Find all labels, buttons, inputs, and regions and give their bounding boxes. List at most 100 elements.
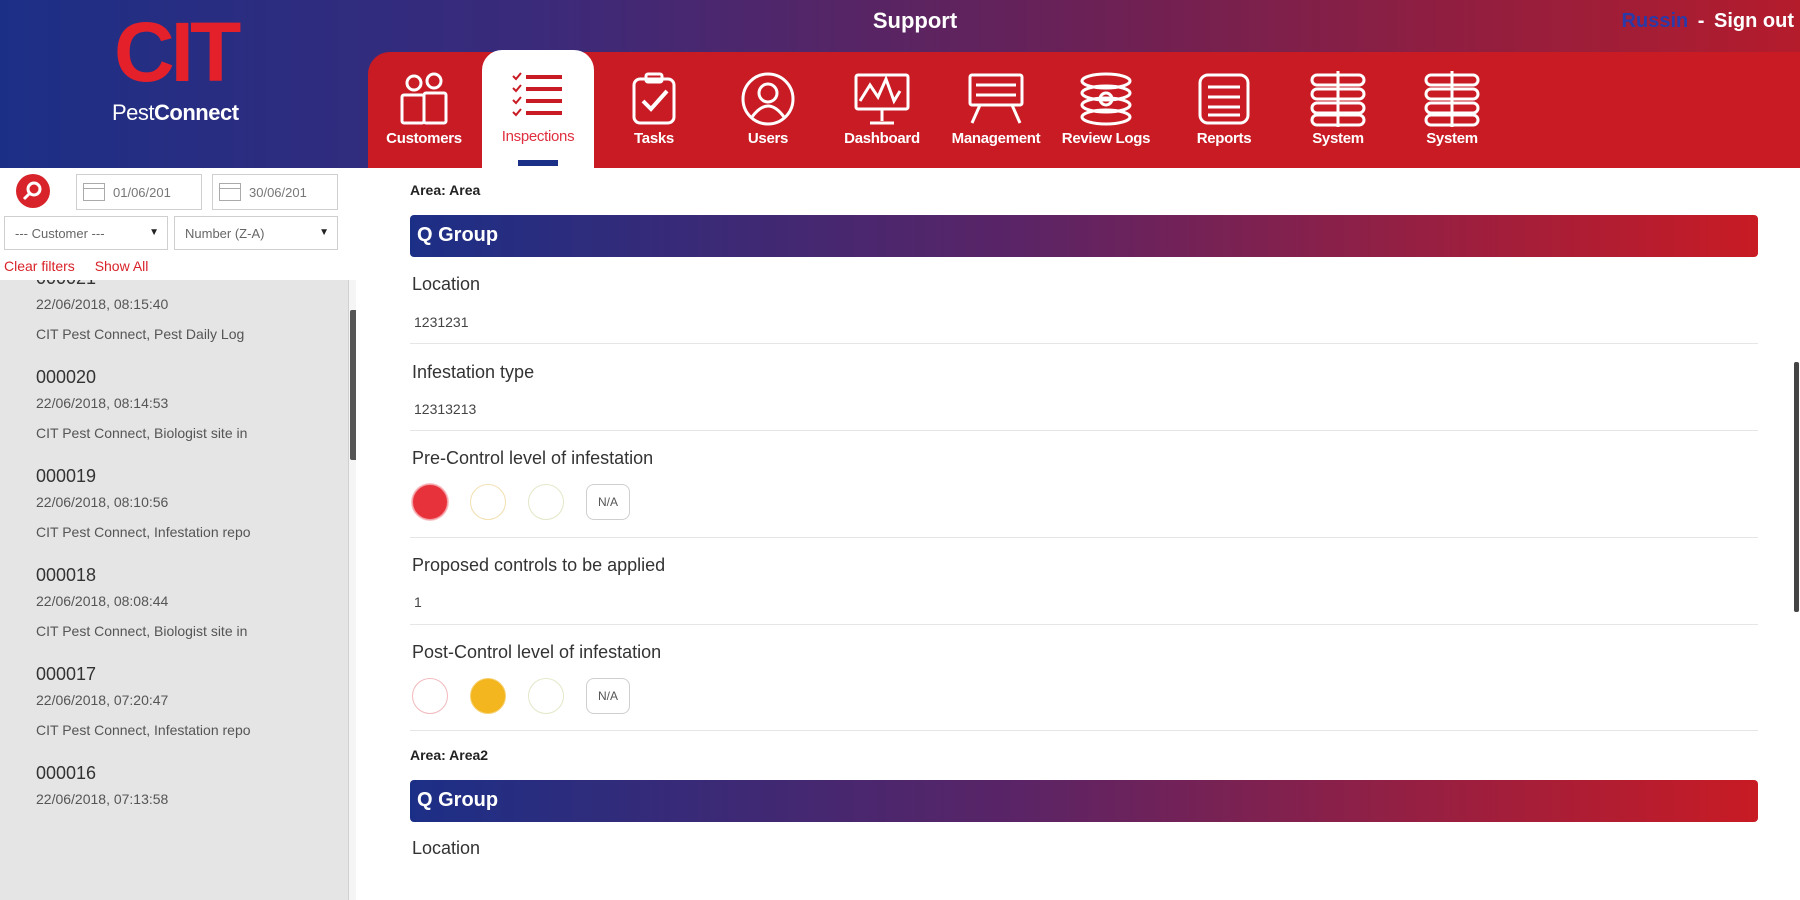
users-icon <box>733 70 803 128</box>
inspections-icon <box>503 68 573 126</box>
inspection-description: CIT Pest Connect, Biologist site in <box>36 425 248 441</box>
inspection-sidebar: 01/06/201 30/06/201 --- Customer --- ▼ N… <box>0 168 356 900</box>
infestation-type-value: 12313213 <box>414 401 477 417</box>
group-header: Q Group <box>410 780 1758 822</box>
area-label: Area: Area2 <box>410 747 489 763</box>
main-scrollbar[interactable] <box>1792 168 1800 858</box>
nav-inspections-label: Inspections <box>501 128 575 145</box>
nav-review-logs[interactable]: Review Logs <box>1050 52 1162 168</box>
list-item[interactable]: 000016 22/06/2018, 07:13:58 <box>0 757 346 856</box>
nav-tasks[interactable]: Tasks <box>598 52 710 168</box>
customer-select-value: --- Customer --- <box>15 225 105 241</box>
nav-system[interactable]: System <box>1282 52 1394 168</box>
sidebar-scrollbar[interactable] <box>348 280 356 900</box>
nav-reports[interactable]: Reports <box>1168 52 1280 168</box>
sign-out-link[interactable]: Sign out <box>1714 10 1794 32</box>
nav-system-2-label: System <box>1426 130 1478 147</box>
pre-control-label: Pre-Control level of infestation <box>412 448 654 468</box>
sort-select[interactable]: Number (Z-A) ▼ <box>174 216 338 250</box>
list-item[interactable]: 000021 22/06/2018, 08:15:40 CIT Pest Con… <box>0 280 346 361</box>
inspection-detail: Area: Area Q Group Location 1231231 Infe… <box>370 168 1792 900</box>
divider <box>410 343 1758 344</box>
nav-management-label: Management <box>951 130 1041 147</box>
list-item[interactable]: 000017 22/06/2018, 07:20:47 CIT Pest Con… <box>0 658 346 757</box>
post-control-label: Post-Control level of infestation <box>412 642 662 662</box>
nav-system-label: System <box>1312 130 1364 147</box>
nav-customers[interactable]: Customers <box>368 52 480 168</box>
search-button[interactable] <box>16 174 50 208</box>
inspection-description: CIT Pest Connect, Infestation repo <box>36 722 251 738</box>
proposed-controls-label: Proposed controls to be applied <box>412 555 666 575</box>
inspection-timestamp: 22/06/2018, 07:13:58 <box>36 791 169 807</box>
reports-icon <box>1189 70 1259 128</box>
divider <box>410 537 1758 538</box>
nav-system-2[interactable]: System <box>1396 52 1508 168</box>
calendar-icon <box>83 183 105 201</box>
inspection-list: 000021 22/06/2018, 08:15:40 CIT Pest Con… <box>0 280 356 900</box>
date-to-value: 30/06/201 <box>249 184 307 200</box>
tasks-icon <box>619 70 689 128</box>
level-amber-option[interactable] <box>470 484 506 520</box>
infestation-type-label: Infestation type <box>412 362 535 382</box>
divider <box>410 624 1758 625</box>
filter-links: Clear filters Show All <box>4 258 164 274</box>
nav-inspections[interactable]: Inspections <box>482 50 594 170</box>
logo-subtitle: PestConnect <box>112 100 239 125</box>
date-from-value: 01/06/201 <box>113 184 171 200</box>
inspection-description: CIT Pest Connect, Pest Daily Log <box>36 326 245 342</box>
management-icon <box>961 70 1031 128</box>
main-scrollbar-thumb[interactable] <box>1794 362 1799 612</box>
user-area: Russin - Sign out <box>1622 10 1794 33</box>
inspection-description: CIT Pest Connect, Infestation repo <box>36 524 251 540</box>
inspection-number: 000021 <box>36 280 346 296</box>
inspection-number: 000020 <box>36 367 97 387</box>
nav-management[interactable]: Management <box>940 52 1052 168</box>
app-header: CIT PestConnect Support Russin - Sign ou… <box>0 0 1800 170</box>
location-value: 1231231 <box>414 314 469 330</box>
system-icon <box>1417 70 1487 128</box>
clear-filters-link[interactable]: Clear filters <box>4 258 75 274</box>
level-na-option[interactable]: N/A <box>586 678 630 714</box>
list-item[interactable]: 000018 22/06/2018, 08:08:44 CIT Pest Con… <box>0 559 346 658</box>
level-red-option[interactable] <box>412 484 448 520</box>
calendar-icon <box>219 183 241 201</box>
main-nav: Customers Inspections Tasks Users Dashbo… <box>368 50 1800 170</box>
date-from-field[interactable]: 01/06/201 <box>76 174 202 210</box>
date-to-field[interactable]: 30/06/201 <box>212 174 338 210</box>
active-tab-indicator <box>518 160 558 166</box>
page-title: Support <box>872 8 958 33</box>
inspection-number: 000016 <box>36 763 97 783</box>
dashboard-icon <box>847 70 917 128</box>
location-label: Location <box>412 274 481 294</box>
chevron-down-icon: ▼ <box>149 227 159 238</box>
nav-dashboard[interactable]: Dashboard <box>826 52 938 168</box>
group-header: Q Group <box>410 215 1758 257</box>
user-name-link[interactable]: Russin <box>1622 10 1689 32</box>
customer-select[interactable]: --- Customer --- ▼ <box>4 216 168 250</box>
list-item[interactable]: 000020 22/06/2018, 08:14:53 CIT Pest Con… <box>0 361 346 460</box>
level-green-option[interactable] <box>528 678 564 714</box>
sort-select-value: Number (Z-A) <box>185 225 265 241</box>
inspection-timestamp: 22/06/2018, 08:15:40 <box>36 296 169 312</box>
level-amber-option[interactable] <box>470 678 506 714</box>
level-red-option[interactable] <box>412 678 448 714</box>
divider <box>410 430 1758 431</box>
nav-users-label: Users <box>747 130 789 147</box>
post-control-level-selector: N/A <box>412 678 630 714</box>
review-logs-icon <box>1071 70 1141 128</box>
level-na-option[interactable]: N/A <box>586 484 630 520</box>
level-green-option[interactable] <box>528 484 564 520</box>
divider <box>410 730 1758 731</box>
nav-review-logs-label: Review Logs <box>1061 130 1151 147</box>
nav-customers-label: Customers <box>386 130 462 147</box>
nav-reports-label: Reports <box>1196 130 1252 147</box>
inspection-timestamp: 22/06/2018, 07:20:47 <box>36 692 169 708</box>
area-label: Area: Area <box>410 182 481 198</box>
sidebar-scrollbar-thumb[interactable] <box>350 310 356 460</box>
show-all-link[interactable]: Show All <box>95 258 149 274</box>
chevron-down-icon: ▼ <box>319 227 329 238</box>
list-item[interactable]: 000019 22/06/2018, 08:10:56 CIT Pest Con… <box>0 460 346 559</box>
system-icon <box>1303 70 1373 128</box>
search-icon <box>22 181 42 201</box>
nav-users[interactable]: Users <box>712 52 824 168</box>
